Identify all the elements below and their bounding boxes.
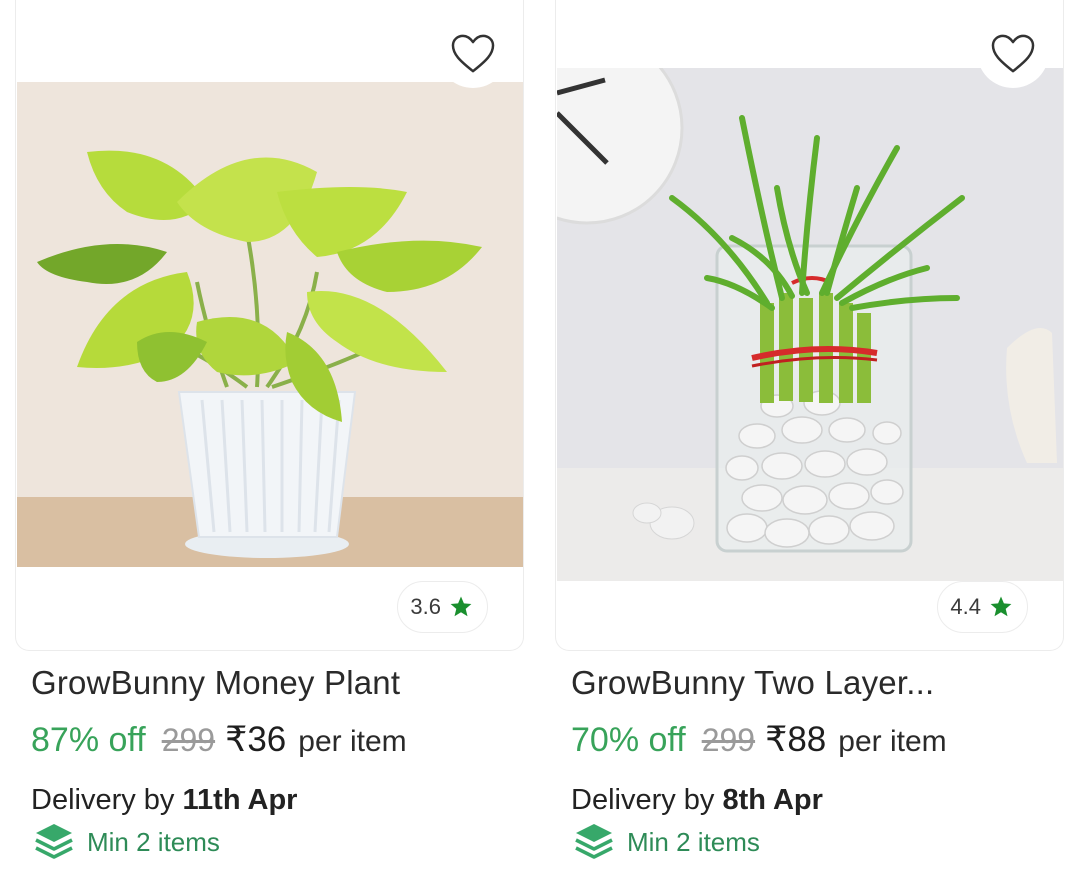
original-price: 299 — [161, 722, 216, 758]
heart-outline-icon — [991, 34, 1035, 73]
original-price: 299 — [701, 722, 756, 758]
product-image-money-plant[interactable] — [17, 82, 523, 567]
delivery-date: 8th Apr — [722, 784, 823, 816]
product-image-lucky-bamboo[interactable] — [557, 68, 1063, 581]
rating-value: 4.4 — [950, 594, 981, 619]
star-icon — [450, 596, 472, 617]
delivery-date: 11th Apr — [182, 784, 298, 816]
rating-badge: 3.6 — [397, 581, 488, 633]
product-image-box[interactable]: 4.4 — [555, 0, 1064, 651]
min-items-label: Min 2 items — [87, 826, 220, 857]
discount-label: 70% off — [571, 721, 686, 759]
rating-value: 3.6 — [410, 594, 441, 619]
product-title[interactable]: GrowBunny Two Layer... — [571, 664, 934, 702]
rating-badge: 4.4 — [937, 581, 1028, 633]
product-card[interactable]: 3.6 GrowBunny Money Plant 87% off 299 ₹3… — [15, 0, 524, 859]
min-items-label: Min 2 items — [627, 826, 760, 857]
delivery-prefix: Delivery by — [571, 784, 723, 816]
product-title[interactable]: GrowBunny Money Plant — [31, 664, 400, 702]
heart-outline-icon — [451, 34, 495, 73]
delivery-info: Delivery by 11th Apr — [31, 784, 297, 817]
min-items-info: Min 2 items — [573, 822, 760, 862]
min-items-info: Min 2 items — [33, 822, 220, 862]
delivery-info: Delivery by 8th Apr — [571, 784, 823, 817]
wishlist-button[interactable] — [437, 20, 509, 88]
layers-icon — [575, 824, 613, 859]
discount-label: 87% off — [31, 721, 146, 759]
product-image-box[interactable]: 3.6 — [15, 0, 524, 651]
star-icon — [990, 596, 1012, 617]
price-row: 70% off 299 ₹88 per item — [571, 720, 947, 760]
product-card[interactable]: 4.4 GrowBunny Two Layer... 70% off 299 ₹… — [555, 0, 1064, 859]
sale-price: ₹36 — [225, 720, 287, 759]
price-row: 87% off 299 ₹36 per item — [31, 720, 407, 760]
delivery-prefix: Delivery by — [31, 784, 183, 816]
layers-icon — [35, 824, 73, 859]
per-item-label: per item — [298, 725, 407, 758]
per-item-label: per item — [838, 725, 947, 758]
sale-price: ₹88 — [765, 720, 827, 759]
